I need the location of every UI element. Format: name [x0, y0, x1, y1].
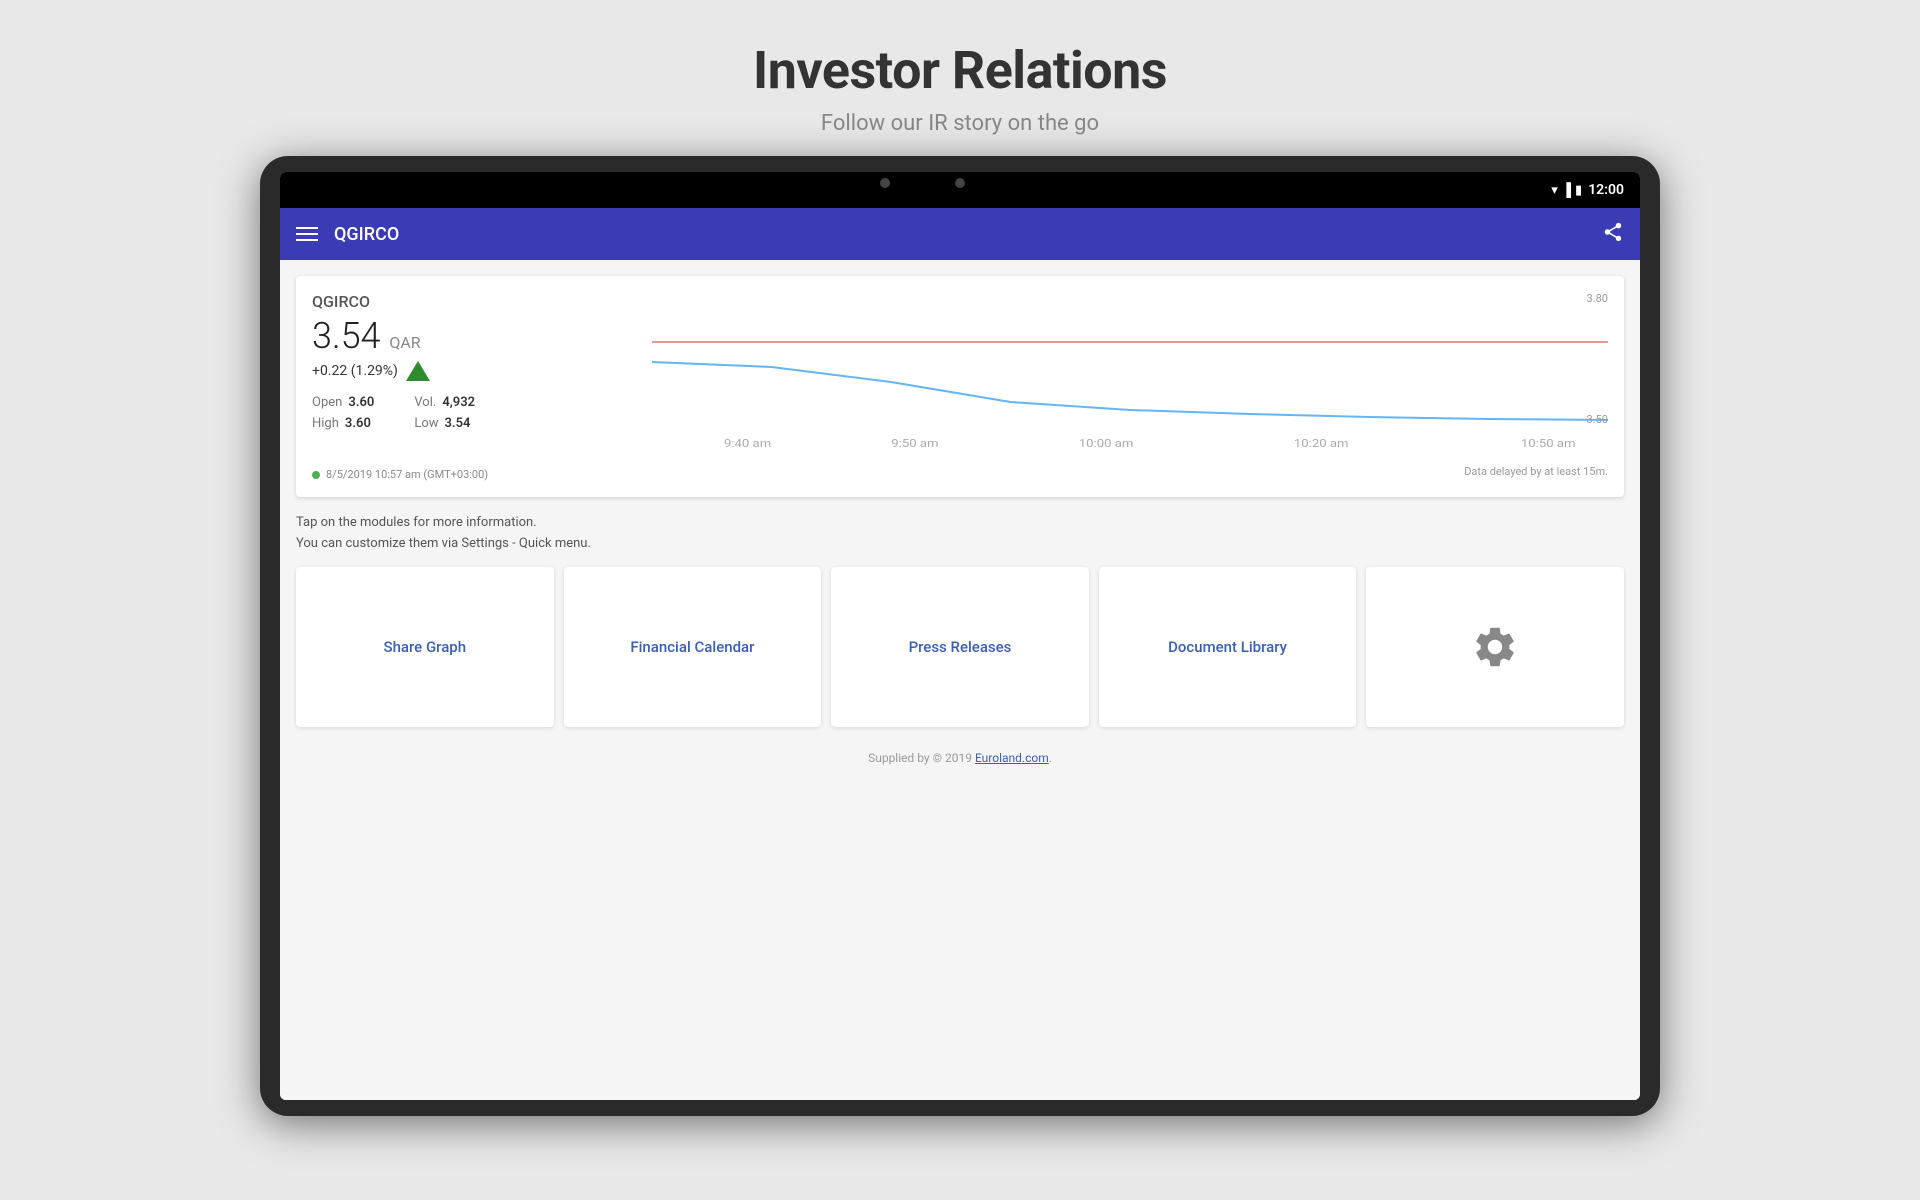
module-document-library[interactable]: Document Library — [1099, 567, 1357, 727]
share-graph-label: Share Graph — [374, 638, 477, 656]
chart-y-min: 3.50 — [1587, 413, 1608, 426]
stock-chart-svg: 9:40 am 9:50 am 10:00 am 10:20 am 10:50 … — [652, 292, 1608, 452]
footer-period: . — [1049, 751, 1052, 765]
stock-top: QGIRCO 3.54 QAR +0.22 (1.29%) — [312, 292, 1608, 456]
stock-low-row: Low 3.54 — [414, 416, 475, 431]
stock-ticker: QGIRCO — [312, 292, 632, 311]
module-share-graph[interactable]: Share Graph — [296, 567, 554, 727]
status-time: 12:00 — [1588, 182, 1624, 198]
stock-price-value: 3.54 — [312, 315, 381, 357]
footer-text: Supplied by © 2019 — [868, 751, 975, 765]
stock-details-col2: Vol. 4,932 Low 3.54 — [414, 395, 475, 431]
stock-info-left: QGIRCO 3.54 QAR +0.22 (1.29%) — [312, 292, 632, 456]
battery-icon: ▮ — [1575, 183, 1582, 198]
trend-up-icon — [406, 361, 430, 381]
module-settings[interactable] — [1366, 567, 1624, 727]
app-footer: Supplied by © 2019 Euroland.com. — [280, 743, 1640, 773]
timestamp-text: 8/5/2019 10:57 am (GMT+03:00) — [326, 468, 488, 481]
stock-high-row: High 3.60 — [312, 416, 374, 431]
instruction-line2: You can customize them via Settings - Qu… — [296, 534, 1624, 555]
live-dot-icon — [312, 471, 320, 479]
page-subtitle: Follow our IR story on the go — [753, 111, 1167, 136]
low-value: 3.54 — [445, 416, 471, 431]
instructions: Tap on the modules for more information.… — [296, 513, 1624, 555]
low-label: Low — [414, 416, 438, 431]
app-bar: QGIRCO — [280, 208, 1640, 260]
stock-details: Open 3.60 High 3.60 Vol. — [312, 395, 632, 431]
footer-link[interactable]: Euroland.com — [975, 751, 1049, 765]
high-label: High — [312, 416, 339, 431]
open-value: 3.60 — [348, 395, 374, 410]
high-value: 3.60 — [345, 416, 371, 431]
share-button[interactable] — [1602, 221, 1624, 248]
vol-value: 4,932 — [442, 395, 475, 410]
press-releases-label: Press Releases — [899, 638, 1022, 656]
signal-icon: ▐ — [1562, 182, 1571, 198]
page-header: Investor Relations Follow our IR story o… — [753, 0, 1167, 156]
stock-change-value: +0.22 (1.29%) — [312, 363, 398, 379]
tablet-device: ▾ ▐ ▮ 12:00 QGIRCO Q — [260, 156, 1660, 1116]
tablet-screen: ▾ ▐ ▮ 12:00 QGIRCO Q — [280, 172, 1640, 1100]
app-bar-title: QGIRCO — [334, 224, 1586, 245]
instruction-line1: Tap on the modules for more information. — [296, 513, 1624, 534]
stock-change: +0.22 (1.29%) — [312, 361, 632, 381]
stock-details-col1: Open 3.60 High 3.60 — [312, 395, 374, 431]
open-label: Open — [312, 395, 342, 410]
svg-text:9:50 am: 9:50 am — [891, 437, 938, 450]
data-delay-notice: Data delayed by at least 15m. — [1464, 465, 1608, 478]
chart-y-max: 3.80 — [1587, 292, 1608, 305]
module-financial-calendar[interactable]: Financial Calendar — [564, 567, 822, 727]
stock-chart: 3.80 9:40 am 9:50 am 10:00 am 10:20 am 1… — [652, 292, 1608, 456]
hamburger-menu-button[interactable] — [296, 227, 318, 241]
stock-vol-row: Vol. 4,932 — [414, 395, 475, 410]
stock-currency: QAR — [389, 333, 420, 352]
camera-dot-left — [880, 178, 890, 188]
stock-card: QGIRCO 3.54 QAR +0.22 (1.29%) — [296, 276, 1624, 497]
module-grid: Share Graph Financial Calendar Press Rel… — [296, 567, 1624, 727]
vol-label: Vol. — [414, 395, 436, 410]
status-icons: ▾ ▐ ▮ — [1551, 182, 1582, 198]
stock-timestamp: 8/5/2019 10:57 am (GMT+03:00) — [312, 468, 488, 481]
wifi-icon: ▾ — [1551, 183, 1558, 198]
settings-gear-icon — [1471, 623, 1519, 671]
document-library-label: Document Library — [1158, 638, 1297, 656]
svg-text:9:40 am: 9:40 am — [724, 437, 771, 450]
module-press-releases[interactable]: Press Releases — [831, 567, 1089, 727]
svg-text:10:50 am: 10:50 am — [1521, 437, 1576, 450]
page-title: Investor Relations — [753, 40, 1167, 101]
main-content: QGIRCO 3.54 QAR +0.22 (1.29%) — [280, 260, 1640, 1100]
svg-text:10:00 am: 10:00 am — [1079, 437, 1134, 450]
stock-open-row: Open 3.60 — [312, 395, 374, 410]
svg-text:10:20 am: 10:20 am — [1294, 437, 1349, 450]
financial-calendar-label: Financial Calendar — [620, 638, 764, 656]
stock-price: 3.54 QAR — [312, 315, 632, 357]
camera-dot-center — [955, 178, 965, 188]
